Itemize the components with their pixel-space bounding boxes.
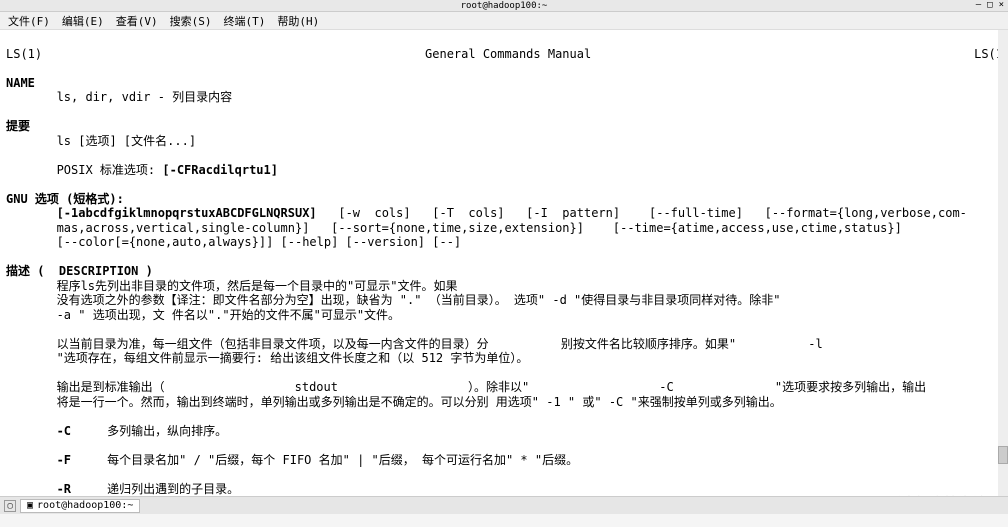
- opt-c-text: 多列输出，纵向排序。: [71, 424, 227, 438]
- gnu-line2: mas,across,vertical,single-column}] [--s…: [6, 221, 902, 235]
- desc-line3: -a " 选项出现，文 件名以"."开始的文件不属"可显示"文件。: [6, 308, 400, 322]
- opt-f-text: 每个目录名加" / "后缀，每个 FIFO 名加" | "后缀， 每个可运行名加…: [71, 453, 578, 467]
- section-description: 描述 ( DESCRIPTION ): [6, 264, 153, 278]
- gnu-line3: [--color[={none,auto,always}]] [--help] …: [6, 235, 461, 249]
- desc-line5: "选项存在，每组文件前显示一摘要行: 给出该组文件长度之和（以 512 字节为单…: [6, 351, 528, 365]
- show-desktop-icon[interactable]: ▢: [4, 500, 16, 512]
- menu-view[interactable]: 查看(V): [112, 13, 162, 29]
- scrollbar[interactable]: [998, 30, 1008, 496]
- menu-file[interactable]: 文件(F): [4, 13, 54, 29]
- gnu-line1-bold: [-1abcdfgiklmnopqrstuxABCDFGLNQRSUX]: [6, 206, 317, 220]
- window-titlebar: root@hadoop100:~ – □ ×: [0, 0, 1008, 12]
- synopsis-posix-bold: [-CFRacdilqrtu1]: [162, 163, 278, 177]
- man-header-left: LS(1): [6, 47, 42, 61]
- section-gnu: GNU 选项 (短格式):: [6, 192, 124, 206]
- opt-r-flag: -R: [6, 482, 71, 496]
- menu-terminal[interactable]: 终端(T): [220, 13, 270, 29]
- taskbar-app-label: root@hadoop100:~: [37, 500, 133, 511]
- man-header-center: General Commands Manual: [425, 47, 591, 61]
- terminal-icon: ▣: [27, 500, 33, 511]
- menu-help[interactable]: 帮助(H): [273, 13, 323, 29]
- close-icon[interactable]: ×: [999, 0, 1004, 10]
- section-name: NAME: [6, 76, 35, 90]
- desc-line1: 程序ls先列出非目录的文件项，然后是每一个目录中的"可显示"文件。如果: [6, 279, 457, 293]
- desc-line2: 没有选项之外的参数【译注：即文件名部分为空】出现，缺省为 "." （当前目录）。…: [6, 293, 781, 307]
- menu-bar: 文件(F) 编辑(E) 查看(V) 搜索(S) 终端(T) 帮助(H): [0, 12, 1008, 30]
- opt-c-flag: -C: [6, 424, 71, 438]
- desc-line6: 输出是到标准输出（ stdout ）。除非以" -C "选项要求按多列输出，输出: [6, 380, 926, 394]
- name-line: ls, dir, vdir - 列目录内容: [6, 90, 232, 104]
- opt-r-text: 递归列出遇到的子目录。: [71, 482, 239, 496]
- gnu-line1-rest: [-w cols] [-T cols] [-I pattern] [--full…: [317, 206, 967, 220]
- desc-line7: 将是一行一个。然而，输出到终端时，单列输出或多列输出是不确定的。可以分别 用选项…: [6, 395, 782, 409]
- menu-search[interactable]: 搜索(S): [166, 13, 216, 29]
- desc-line4: 以当前目录为准，每一组文件（包括非目录文件项，以及每一内含文件的目录）分 别按文…: [6, 337, 823, 351]
- terminal-output[interactable]: LS(1) General Commands Manual LS(1) NAME…: [0, 30, 1008, 496]
- opt-f-flag: -F: [6, 453, 71, 467]
- taskbar: ▢ ▣ root@hadoop100:~: [0, 496, 1008, 514]
- section-synopsis: 提要: [6, 119, 30, 133]
- window-title: root@hadoop100:~: [461, 1, 548, 11]
- minimize-icon[interactable]: –: [976, 0, 981, 10]
- menu-edit[interactable]: 编辑(E): [58, 13, 108, 29]
- synopsis-line1: ls [选项] [文件名...]: [6, 134, 196, 148]
- taskbar-app-terminal[interactable]: ▣ root@hadoop100:~: [20, 499, 140, 513]
- maximize-icon[interactable]: □: [987, 0, 992, 10]
- scroll-thumb[interactable]: [998, 446, 1008, 464]
- synopsis-posix-pre: POSIX 标准选项:: [6, 163, 162, 177]
